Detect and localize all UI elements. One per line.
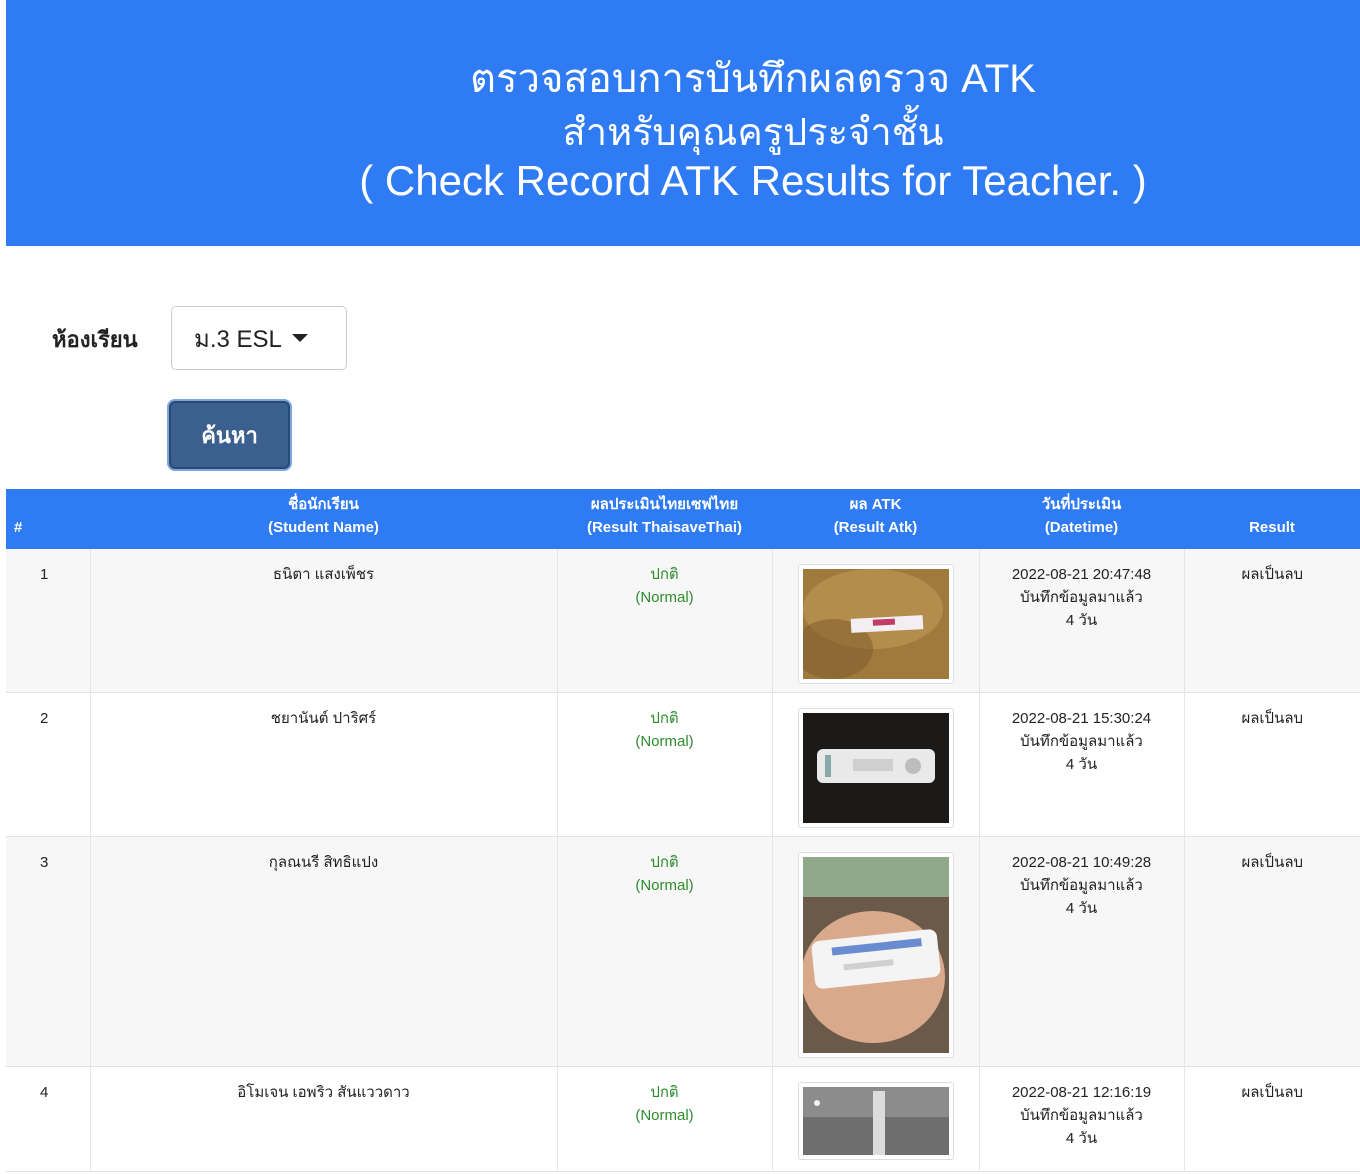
page-header: ตรวจสอบการบันทึกผลตรวจ ATK สำหรับคุณครูป… (6, 0, 1360, 246)
student-name: กุลณนรี สิทธิแปง (90, 836, 558, 1067)
result-cell: ผลเป็นลบ (1241, 1084, 1304, 1101)
col-header-thaisavethai[interactable]: ผลประเมินไทยเซฟไทย (Result ThaisaveThai) (557, 489, 772, 549)
table-header-row: # ชื่อนักเรียน (Student Name) ผลประเมินไท… (6, 489, 1360, 549)
datetime-cell: 2022-08-21 20:47:48 บันทึกข้อมูลมาแล้ว 4 ว… (979, 549, 1185, 693)
page-subtitle-thai: สำหรับคุณครูประจำชั้น (562, 112, 944, 154)
student-name: ธนิตา แสงเพ็ชร (90, 549, 558, 693)
room-select-value: ม.3 ESL (194, 325, 282, 353)
col-header-result[interactable]: Result (1184, 489, 1360, 549)
room-select[interactable]: ม.3 ESL (171, 306, 347, 370)
datetime-cell: 2022-08-21 10:49:28 บันทึกข้อมูลมาแล้ว 4 ว… (979, 836, 1185, 1067)
thaisavethai-result: ปกติ (Normal) (557, 836, 773, 1067)
table-row: 3 กุลณนรี สิทธิแปง ปกติ (Normal) 2022-08… (6, 836, 1360, 1067)
page-title-english: ( Check Record ATK Results for Teacher. … (359, 157, 1147, 204)
student-name: ชยานันต์ ปาริศร์ (90, 692, 558, 837)
col-header-student-name[interactable]: ชื่อนักเรียน (Student Name) (90, 489, 557, 549)
page-title-thai: ตรวจสอบการบันทึกผลตรวจ ATK (470, 57, 1036, 101)
room-label: ห้องเรียน (52, 328, 138, 353)
datetime-cell: 2022-08-21 15:30:24 บันทึกข้อมูลมาแล้ว 4 ว… (979, 692, 1185, 837)
result-cell: ผลเป็นลบ (1241, 566, 1304, 583)
atk-photo-thumbnail[interactable] (797, 708, 954, 828)
caret-down-icon (291, 334, 308, 342)
result-cell: ผลเป็นลบ (1241, 710, 1304, 727)
atk-photo-thumbnail[interactable] (797, 1082, 954, 1160)
row-number: 4 (6, 1066, 91, 1172)
atk-cell (772, 549, 980, 693)
row-number: 3 (6, 836, 91, 1067)
col-header-atk[interactable]: ผล ATK (Result Atk) (772, 489, 979, 549)
col-header-datetime[interactable]: วันที่ประเมิน (Datetime) (979, 489, 1184, 549)
table-row: 2 ชยานันต์ ปาริศร์ ปกติ (Normal) 2022-08-… (6, 692, 1360, 837)
results-table: # ชื่อนักเรียน (Student Name) ผลประเมินไท… (6, 489, 1360, 1172)
atk-cell (772, 836, 980, 1067)
thaisavethai-result: ปกติ (Normal) (557, 692, 773, 837)
atk-photo-thumbnail[interactable] (797, 852, 954, 1058)
thaisavethai-result: ปกติ (Normal) (557, 1066, 773, 1172)
table-row: 1 ธนิตา แสงเพ็ชร ปกติ (Normal) 2022-08-21… (6, 549, 1360, 693)
result-cell: ผลเป็นลบ (1241, 854, 1304, 871)
thaisavethai-result: ปกติ (Normal) (557, 549, 773, 693)
atk-cell (772, 692, 980, 837)
search-button[interactable]: ค้นหา (169, 401, 290, 469)
datetime-cell: 2022-08-21 12:16:19 บันทึกข้อมูลมาแล้ว 4 ว… (979, 1066, 1185, 1172)
atk-cell (772, 1066, 980, 1172)
col-header-number: # (14, 519, 23, 536)
row-number: 1 (6, 549, 91, 693)
table-row: 4 อิโมเจน เอพริว สันแววดาว ปกติ (Normal) … (6, 1066, 1360, 1172)
row-number: 2 (6, 692, 91, 837)
atk-photo-thumbnail[interactable] (797, 564, 954, 684)
student-name: อิโมเจน เอพริว สันแววดาว (90, 1066, 558, 1172)
